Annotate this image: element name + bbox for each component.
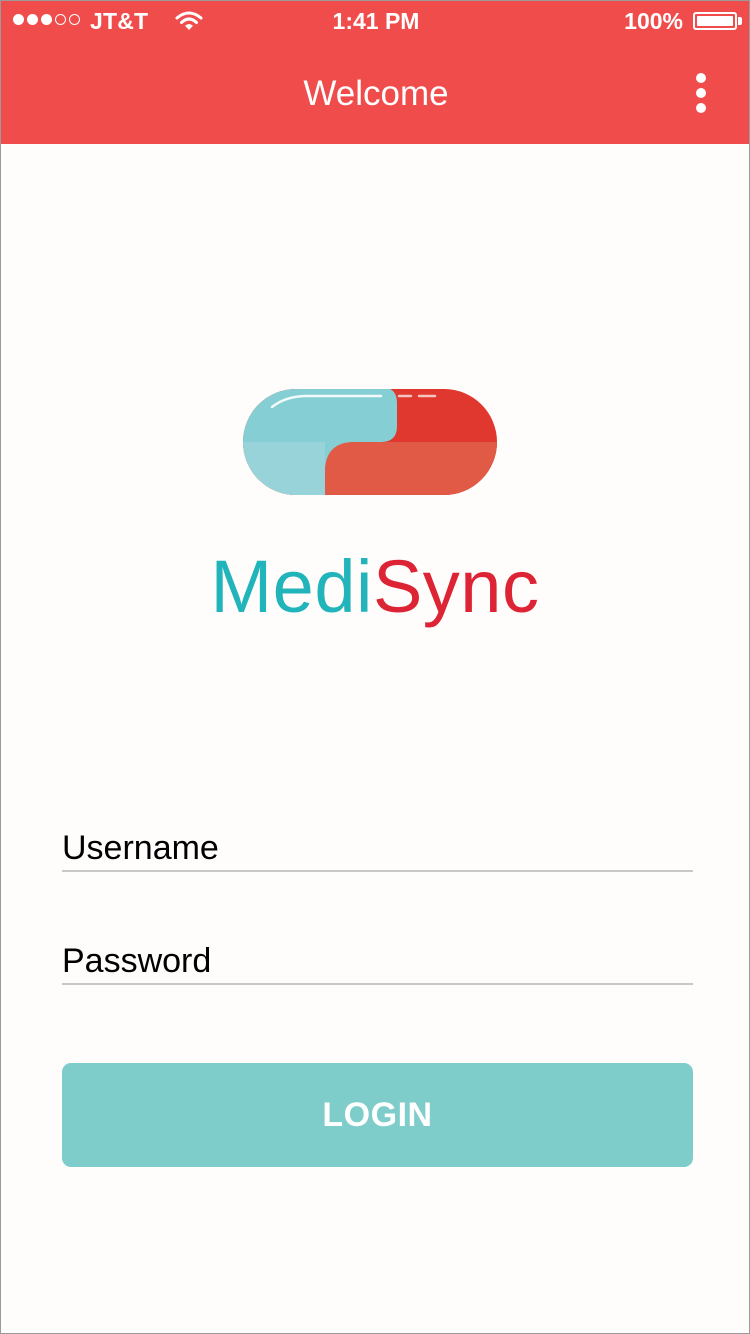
app-screen: JT&T 1:41 PM 100% Welcome MediSync Usern… — [0, 0, 750, 1334]
header-bar: JT&T 1:41 PM 100% Welcome — [1, 1, 749, 144]
status-bar: JT&T 1:41 PM 100% — [1, 1, 749, 41]
more-vertical-icon[interactable] — [685, 69, 717, 117]
password-field — [62, 939, 693, 985]
page-title: Welcome — [303, 74, 449, 113]
password-input[interactable] — [62, 939, 693, 983]
menu-dot — [696, 103, 706, 113]
login-button[interactable]: LOGIN — [62, 1063, 693, 1167]
brand-name-part2: Sync — [372, 545, 540, 628]
battery-icon — [693, 12, 737, 30]
battery-level — [697, 16, 733, 26]
menu-dot — [696, 73, 706, 83]
battery-percent: 100% — [624, 8, 683, 34]
menu-dot — [696, 88, 706, 98]
username-field — [62, 826, 693, 872]
battery-terminal — [738, 17, 742, 25]
app-logo-text: MediSync — [1, 545, 749, 629]
username-input[interactable] — [62, 826, 693, 870]
capsule-logo-icon — [243, 389, 497, 495]
brand-name-part1: Medi — [210, 545, 373, 628]
